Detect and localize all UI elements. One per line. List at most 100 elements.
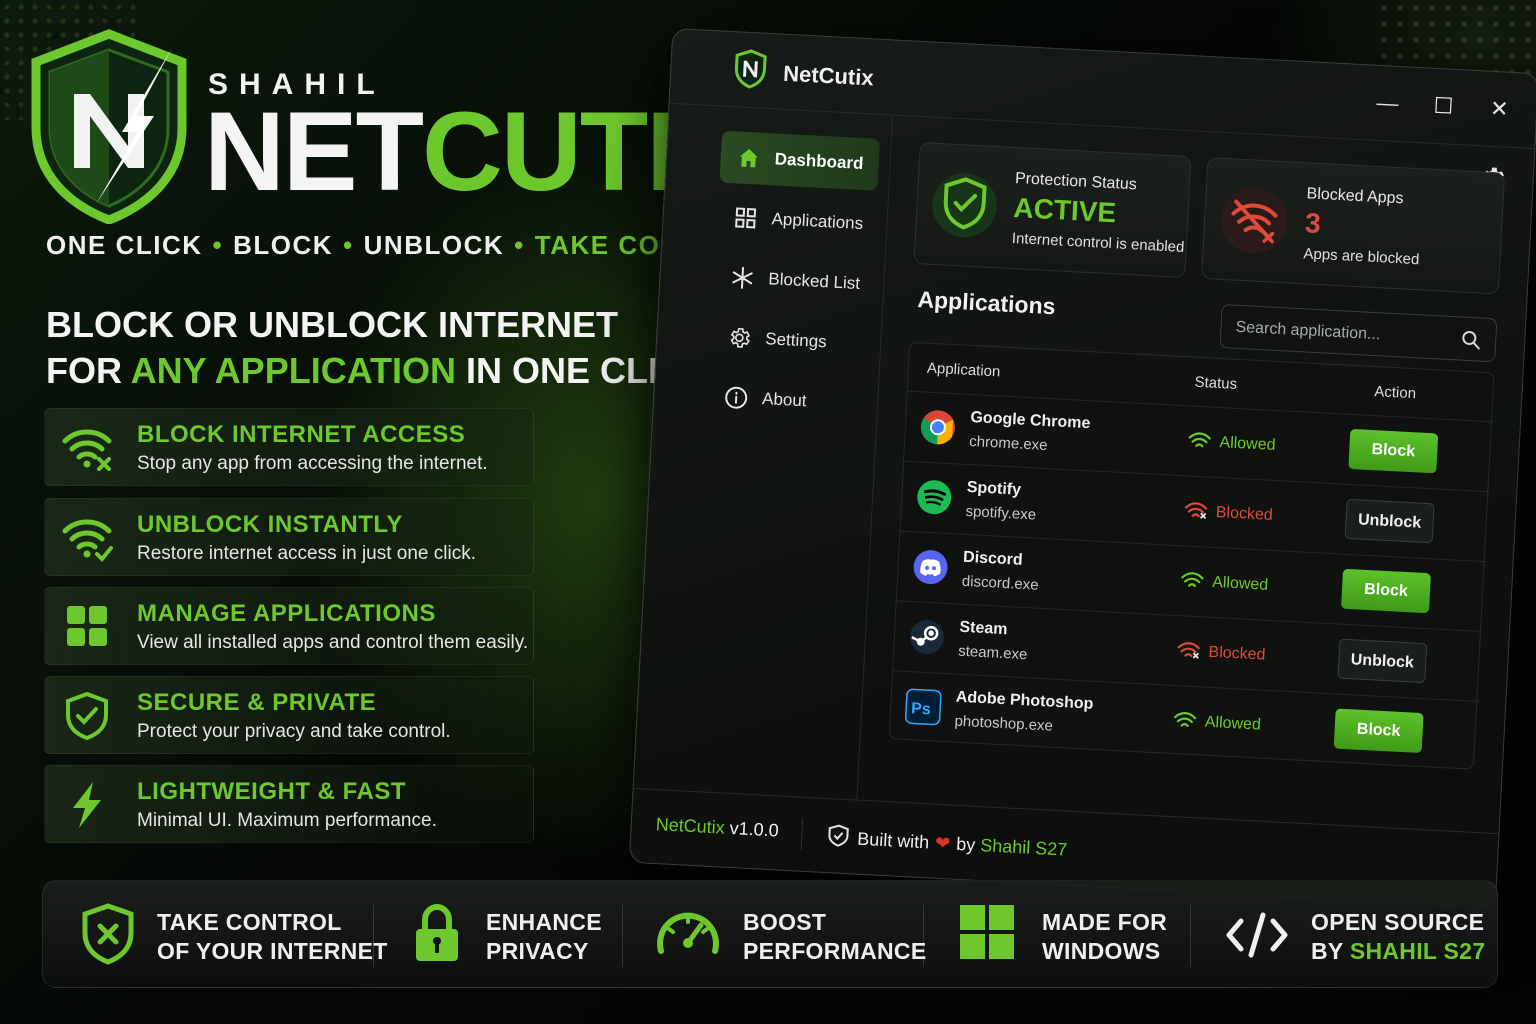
status-badge: Allowed: [1180, 570, 1269, 595]
feature-card: SECURE & PRIVATE Protect your privacy an…: [44, 676, 534, 754]
nav-settings[interactable]: Settings: [710, 310, 871, 370]
feature-title: UNBLOCK INSTANTLY: [137, 511, 403, 538]
home-icon: [739, 149, 758, 168]
nav-label: About: [761, 389, 808, 411]
feature-card: BLOCK INTERNET ACCESS Stop any app from …: [44, 408, 534, 486]
bottom-item: MADE FOR WINDOWS: [924, 881, 1190, 989]
shield-check-icon: [932, 173, 997, 238]
nav-label: Dashboard: [774, 149, 864, 174]
wifi-x-icon: [1177, 642, 1200, 659]
chrome-icon: [920, 410, 955, 445]
app-title: NetCutix: [782, 60, 875, 91]
app-exe: discord.exe: [961, 572, 1039, 594]
protection-label: Protection Status: [1014, 170, 1138, 194]
gear-icon: [730, 327, 750, 348]
app-version: NetCutix v1.0.0: [655, 814, 780, 841]
wifi-check-icon: [1188, 432, 1211, 448]
bottom-feature-bar: TAKE CONTROL OF YOUR INTERNET ENHANCE PRIV…: [42, 880, 1498, 988]
tagline-item: BLOCK: [233, 230, 334, 260]
feature-desc: Minimal UI. Maximum performance.: [137, 810, 437, 831]
footer-divider: [800, 817, 804, 850]
spotify-icon: [917, 480, 952, 515]
minimize-button[interactable]: —: [1370, 86, 1406, 122]
shield-check-icon: [828, 824, 849, 847]
column-header-status: Status: [1194, 373, 1238, 393]
built-with-credit: Built with ❤ by Shahil S27: [827, 823, 1068, 861]
search-placeholder: Search application...: [1235, 318, 1381, 344]
feature-title: BLOCK INTERNET ACCESS: [137, 421, 466, 448]
app-name: Google Chrome: [970, 409, 1091, 433]
status-badge: Blocked: [1176, 640, 1266, 665]
headline-line2: FOR ANY APPLICATION IN ONE CLICK: [46, 350, 711, 391]
protection-value: ACTIVE: [1012, 191, 1117, 229]
app-window: NetCutix — ☐ ✕ Dashboard Applications Bl…: [628, 27, 1536, 909]
feature-title: MANAGE APPLICATIONS: [137, 600, 436, 627]
blocked-apps-card: Blocked Apps 3 Apps are blocked: [1201, 157, 1506, 295]
app-name: Adobe Photoshop: [955, 688, 1094, 713]
app-exe: photoshop.exe: [954, 712, 1054, 735]
block-button[interactable]: Block: [1333, 708, 1424, 754]
app-exe: chrome.exe: [968, 432, 1048, 455]
brand-title-net: NET: [204, 89, 424, 214]
feature-desc: Restore internet access in just one clic…: [137, 543, 476, 564]
tagline-item: ONE CLICK: [46, 230, 203, 260]
shield-x-icon: [82, 903, 134, 965]
protection-sub: Internet control is enabled: [1011, 229, 1185, 256]
feature-title: LIGHTWEIGHT & FAST: [137, 778, 406, 805]
maximize-button[interactable]: ☐: [1426, 88, 1462, 124]
unblock-button[interactable]: Unblock: [1337, 638, 1428, 684]
bottom-item-text: MADE FOR WINDOWS: [1042, 909, 1168, 964]
protection-status-card: Protection Status ACTIVE Internet contro…: [913, 141, 1192, 279]
app-exe: spotify.exe: [965, 502, 1037, 524]
apps-grid-icon: [735, 207, 757, 229]
wifi-blocked-icon: [1221, 187, 1288, 254]
nav-label: Applications: [771, 209, 864, 234]
app-exe: steam.exe: [957, 642, 1028, 664]
lock-icon: [416, 903, 458, 961]
feature-desc: View all installed apps and control them…: [137, 632, 529, 653]
block-button[interactable]: Block: [1348, 428, 1439, 474]
wifi-check-icon: [62, 519, 113, 562]
grid-icon: [67, 606, 107, 646]
blocked-apps-label: Blocked Apps: [1306, 185, 1404, 208]
shield-check-icon: [66, 691, 108, 741]
block-button[interactable]: Block: [1340, 568, 1431, 614]
bottom-item-text: ENHANCE PRIVACY: [486, 909, 602, 964]
wifi-block-icon: [62, 429, 112, 471]
status-badge: Allowed: [1187, 430, 1276, 455]
bottom-item: BOOST PERFORMANCE: [623, 881, 926, 989]
nav-blocked-list[interactable]: Blocked List: [713, 250, 874, 310]
feature-title: SECURE & PRIVATE: [137, 689, 377, 716]
wifi-check-icon: [1181, 572, 1204, 588]
column-header-application: Application: [926, 359, 1001, 381]
nav-about[interactable]: About: [707, 370, 868, 430]
svg-text:Ps: Ps: [911, 700, 932, 718]
nav-applications[interactable]: Applications: [716, 191, 877, 251]
feature-desc: Stop any app from accessing the internet…: [137, 453, 488, 474]
search-icon[interactable]: [1461, 330, 1482, 351]
blocked-apps-count: 3: [1304, 207, 1322, 240]
blocked-apps-sub: Apps are blocked: [1303, 245, 1420, 269]
status-badge: Blocked: [1183, 500, 1273, 525]
search-input[interactable]: Search application...: [1219, 303, 1498, 363]
unblock-button[interactable]: Unblock: [1344, 498, 1435, 544]
tagline: ONE CLICK • BLOCK • UNBLOCK • TAKE CONTROL: [46, 230, 758, 260]
code-icon: [1226, 912, 1288, 958]
feature-desc: Protect your privacy and take control.: [137, 721, 451, 742]
headline: BLOCK OR UNBLOCK INTERNET FOR ANY APPLIC…: [46, 302, 710, 394]
app-name: Discord: [962, 548, 1024, 569]
headline-line1: BLOCK OR UNBLOCK INTERNET: [46, 304, 618, 345]
steam-icon: [909, 620, 944, 655]
heart-icon: ❤: [934, 832, 951, 854]
info-icon: [725, 386, 748, 409]
lightning-icon: [73, 782, 101, 828]
speedometer-icon: [657, 912, 719, 954]
sidebar: Dashboard Applications Blocked List Sett…: [633, 103, 894, 800]
bottom-item: TAKE CONTROL OF YOUR INTERNET: [43, 881, 387, 989]
discord-icon: [913, 550, 948, 585]
app-logo-icon: [734, 49, 767, 89]
nav-dashboard[interactable]: Dashboard: [719, 130, 880, 191]
status-badge: Allowed: [1172, 710, 1261, 735]
wifi-x-icon: [1184, 502, 1208, 520]
close-button[interactable]: ✕: [1481, 91, 1517, 127]
